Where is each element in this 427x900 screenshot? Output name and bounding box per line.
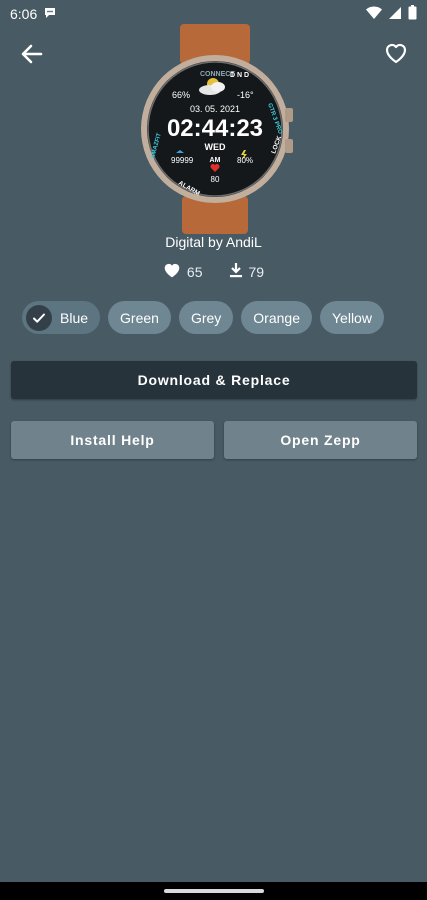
stats-row: 65 79 <box>0 262 427 281</box>
heart-outline-icon <box>384 42 408 69</box>
color-chip-group: Blue Green Grey Orange Yellow <box>22 301 384 334</box>
favorite-button[interactable] <box>381 40 411 70</box>
system-nav-bar <box>0 882 427 900</box>
watch-battery: 66% <box>172 90 190 100</box>
watch-date: 03. 05. 2021 <box>190 104 240 114</box>
chip-yellow[interactable]: Yellow <box>320 301 384 334</box>
chip-blue[interactable]: Blue <box>22 301 101 334</box>
arrow-left-icon <box>20 42 44 71</box>
watch-temp: -16° <box>237 90 254 100</box>
chip-label: Grey <box>190 309 222 326</box>
downloads-count: 79 <box>248 263 265 280</box>
likes-count: 65 <box>186 263 203 280</box>
watch-charge: 80% <box>237 156 253 165</box>
back-button[interactable] <box>18 42 46 70</box>
watch-weekday: WED <box>205 142 226 152</box>
download-icon <box>229 262 243 281</box>
status-time: 6:06 <box>10 6 38 22</box>
signal-icon <box>388 6 402 23</box>
home-handle[interactable] <box>163 889 264 893</box>
ring-dnd: D N D <box>230 72 249 79</box>
status-icons <box>366 5 417 23</box>
watch-preview: CONNECT D N D GTR 3 PRO LOCK ALARM AMAZF… <box>130 24 300 234</box>
install-help-button[interactable]: Install Help <box>11 421 214 459</box>
chip-green[interactable]: Green <box>108 301 171 334</box>
check-icon <box>26 304 52 331</box>
watch-time: 02:44:23 <box>167 115 263 142</box>
watch-face-title: Digital by AndiL <box>165 234 262 250</box>
watch-steps: 99999 <box>171 156 194 165</box>
chat-bubble-icon <box>43 6 57 23</box>
battery-icon <box>408 5 417 23</box>
wifi-icon <box>366 6 382 23</box>
download-replace-button[interactable]: Download & Replace <box>11 361 417 399</box>
chip-label: Green <box>120 309 159 326</box>
chip-orange[interactable]: Orange <box>241 301 312 334</box>
chip-label: Yellow <box>332 309 372 326</box>
chip-label: Blue <box>60 309 89 326</box>
watch-heart-rate: 80 <box>211 175 220 184</box>
open-zepp-button[interactable]: Open Zepp <box>224 421 417 459</box>
heart-filled-icon <box>163 262 181 281</box>
chip-grey[interactable]: Grey <box>178 301 234 334</box>
chip-label: Orange <box>253 309 300 326</box>
watch-ampm: AM <box>210 157 221 164</box>
